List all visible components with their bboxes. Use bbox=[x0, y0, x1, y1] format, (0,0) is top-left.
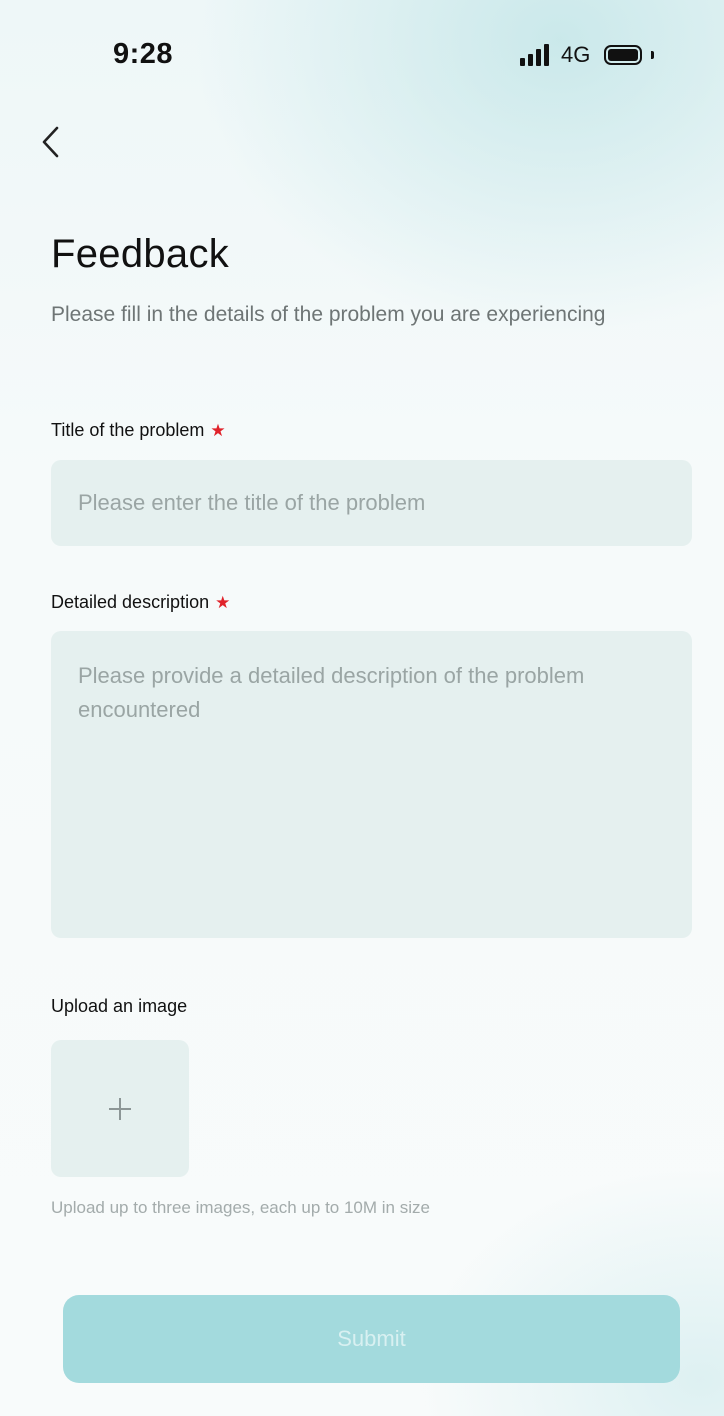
status-indicators: 4G bbox=[520, 42, 655, 68]
battery-tip bbox=[651, 51, 655, 59]
title-field-label-row: Title of the problem ★ bbox=[51, 420, 226, 441]
status-time: 9:28 bbox=[113, 38, 174, 70]
upload-label: Upload an image bbox=[51, 996, 188, 1016]
description-field-label: Detailed description bbox=[51, 592, 210, 612]
description-field-label-row: Detailed description ★ bbox=[51, 592, 230, 613]
network-label: 4G bbox=[561, 42, 591, 67]
problem-title-input[interactable] bbox=[51, 460, 692, 546]
upload-image-button[interactable] bbox=[51, 1040, 189, 1177]
title-field-label: Title of the problem bbox=[51, 420, 205, 440]
submit-button[interactable]: Submit bbox=[63, 1295, 680, 1383]
upload-hint: Upload up to three images, each up to 10… bbox=[51, 1198, 430, 1217]
chevron-left-icon bbox=[42, 126, 59, 158]
signal-icon bbox=[520, 44, 549, 66]
required-star-icon: ★ bbox=[215, 592, 231, 612]
plus-icon bbox=[109, 1097, 131, 1120]
battery-icon bbox=[604, 45, 643, 65]
required-star-icon: ★ bbox=[210, 420, 226, 440]
back-button[interactable] bbox=[30, 120, 70, 164]
page-subtitle: Please fill in the details of the proble… bbox=[51, 303, 606, 326]
page-title: Feedback bbox=[51, 232, 230, 276]
problem-description-textarea[interactable] bbox=[51, 631, 692, 938]
